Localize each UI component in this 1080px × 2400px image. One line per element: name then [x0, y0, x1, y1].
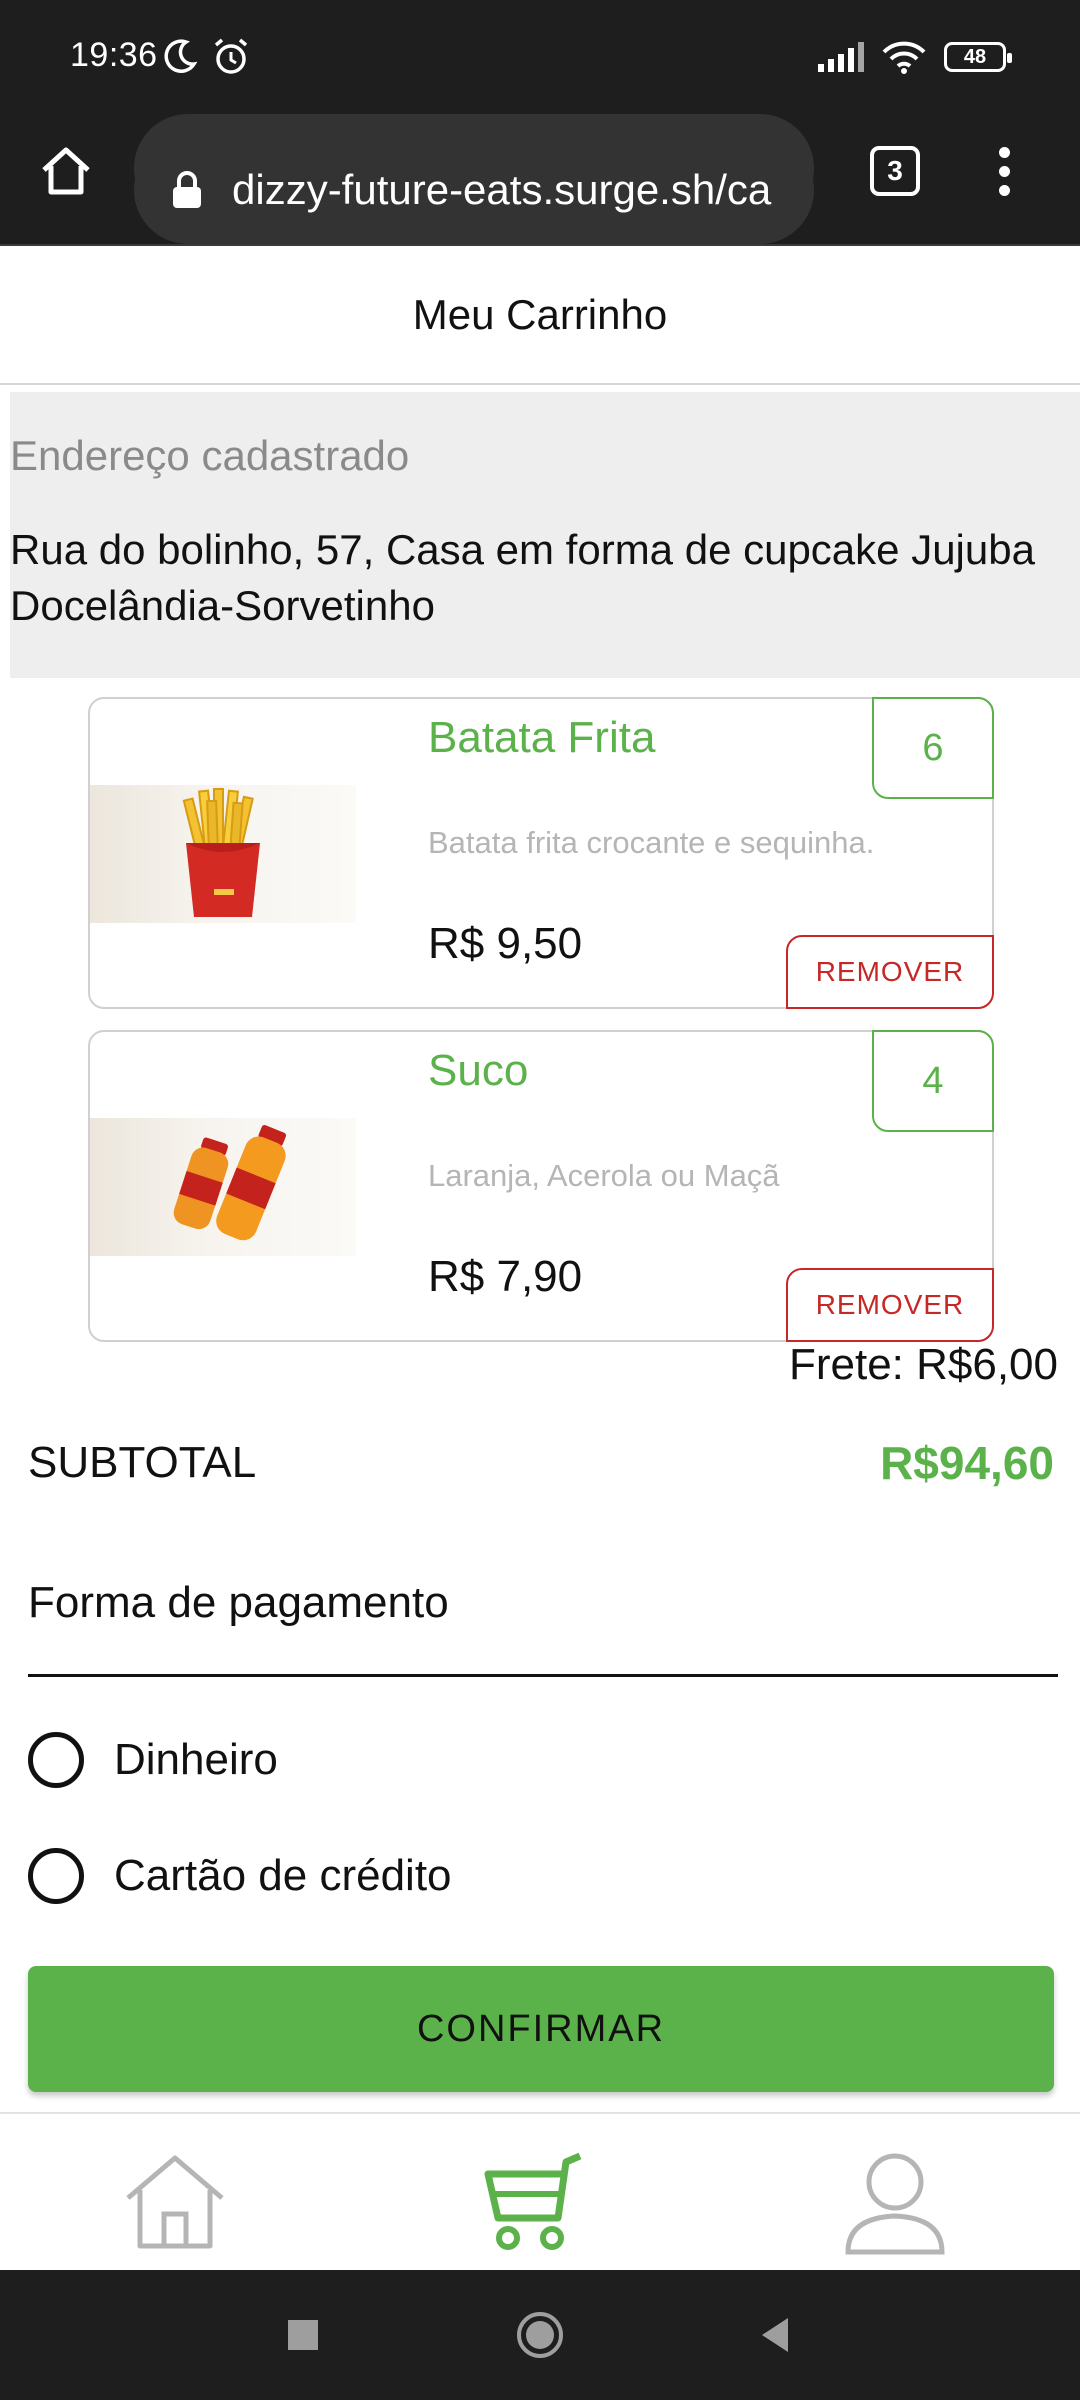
fries-image	[90, 785, 356, 923]
payment-option-credit-card[interactable]: Cartão de crédito	[28, 1848, 452, 1904]
quantity-badge[interactable]: 4	[872, 1030, 994, 1132]
browser-menu-button[interactable]	[994, 142, 1014, 202]
item-price: R$ 7,90	[428, 1252, 583, 1301]
address-section: Endereço cadastrado Rua do bolinho, 57, …	[10, 392, 1080, 678]
item-name: Suco	[428, 1046, 529, 1095]
subtotal-value: R$94,60	[880, 1437, 1054, 1489]
page-header: Meu Carrinho	[0, 247, 1080, 385]
cart-item: Batata Frita Batata frita crocante e seq…	[88, 697, 994, 1009]
radio-label: Cartão de crédito	[114, 1851, 452, 1900]
item-description: Laranja, Acerola ou Maçã	[428, 1158, 780, 1193]
home-icon[interactable]	[120, 2148, 230, 2258]
wifi-icon	[882, 41, 926, 74]
quantity-value: 6	[922, 726, 944, 769]
back-icon[interactable]	[752, 2310, 802, 2360]
battery-level: 48	[963, 45, 987, 68]
signal-icon	[818, 42, 864, 72]
address-label: Endereço cadastrado	[10, 432, 410, 479]
item-price: R$ 9,50	[428, 919, 583, 968]
home-button-icon[interactable]	[515, 2310, 565, 2360]
item-name: Batata Frita	[428, 713, 656, 762]
payment-option-cash[interactable]: Dinheiro	[28, 1732, 278, 1788]
quantity-badge[interactable]: 6	[872, 697, 994, 799]
radio-button[interactable]	[28, 1732, 84, 1788]
bottom-navigation	[0, 2112, 1080, 2270]
juice-image	[90, 1118, 356, 1256]
battery-indicator: 48	[944, 42, 1012, 72]
payment-divider	[28, 1674, 1058, 1677]
address-field[interactable]: dizzy-future-eats.surge.sh/ca	[134, 136, 814, 244]
status-bar: 19:36 48	[0, 0, 1080, 120]
system-navigation-bar	[0, 2270, 1080, 2400]
page-title: Meu Carrinho	[412, 291, 668, 338]
status-time: 19:36	[70, 36, 158, 74]
quantity-value: 4	[922, 1059, 944, 1102]
tabs-button[interactable]: 3	[870, 146, 920, 196]
juice-illustration	[173, 1125, 287, 1241]
remove-button[interactable]: REMOVER	[786, 935, 994, 1009]
fries-illustration	[182, 788, 260, 917]
subtotal-label: SUBTOTAL	[28, 1438, 257, 1487]
status-icons-right: 48	[816, 40, 1012, 74]
radio-label: Dinheiro	[114, 1735, 278, 1784]
cart-item: Suco Laranja, Acerola ou Maçã R$ 7,90 4 …	[88, 1030, 994, 1342]
cart-icon[interactable]	[480, 2148, 590, 2258]
browser-toolbar: dizzy-future-eats.surge.sh/ca 3	[0, 114, 1080, 246]
moon-icon	[164, 39, 198, 73]
profile-icon[interactable]	[840, 2148, 950, 2258]
shipping-fee: Frete: R$6,00	[788, 1340, 1058, 1389]
item-description: Batata frita crocante e sequinha.	[428, 825, 875, 860]
payment-title: Forma de pagamento	[28, 1578, 449, 1627]
radio-button[interactable]	[28, 1848, 84, 1904]
confirm-button[interactable]: CONFIRMAR	[28, 1966, 1054, 2092]
home-icon[interactable]	[36, 140, 96, 200]
recent-apps-icon[interactable]	[278, 2310, 328, 2360]
url-text: dizzy-future-eats.surge.sh/ca	[232, 166, 772, 213]
remove-button[interactable]: REMOVER	[786, 1268, 994, 1342]
alarm-icon	[214, 38, 248, 74]
status-icons-left	[160, 36, 252, 78]
lock-icon	[173, 171, 201, 208]
address-value: Rua do bolinho, 57, Casa em forma de cup…	[10, 526, 1035, 629]
tabs-count: 3	[887, 155, 903, 186]
